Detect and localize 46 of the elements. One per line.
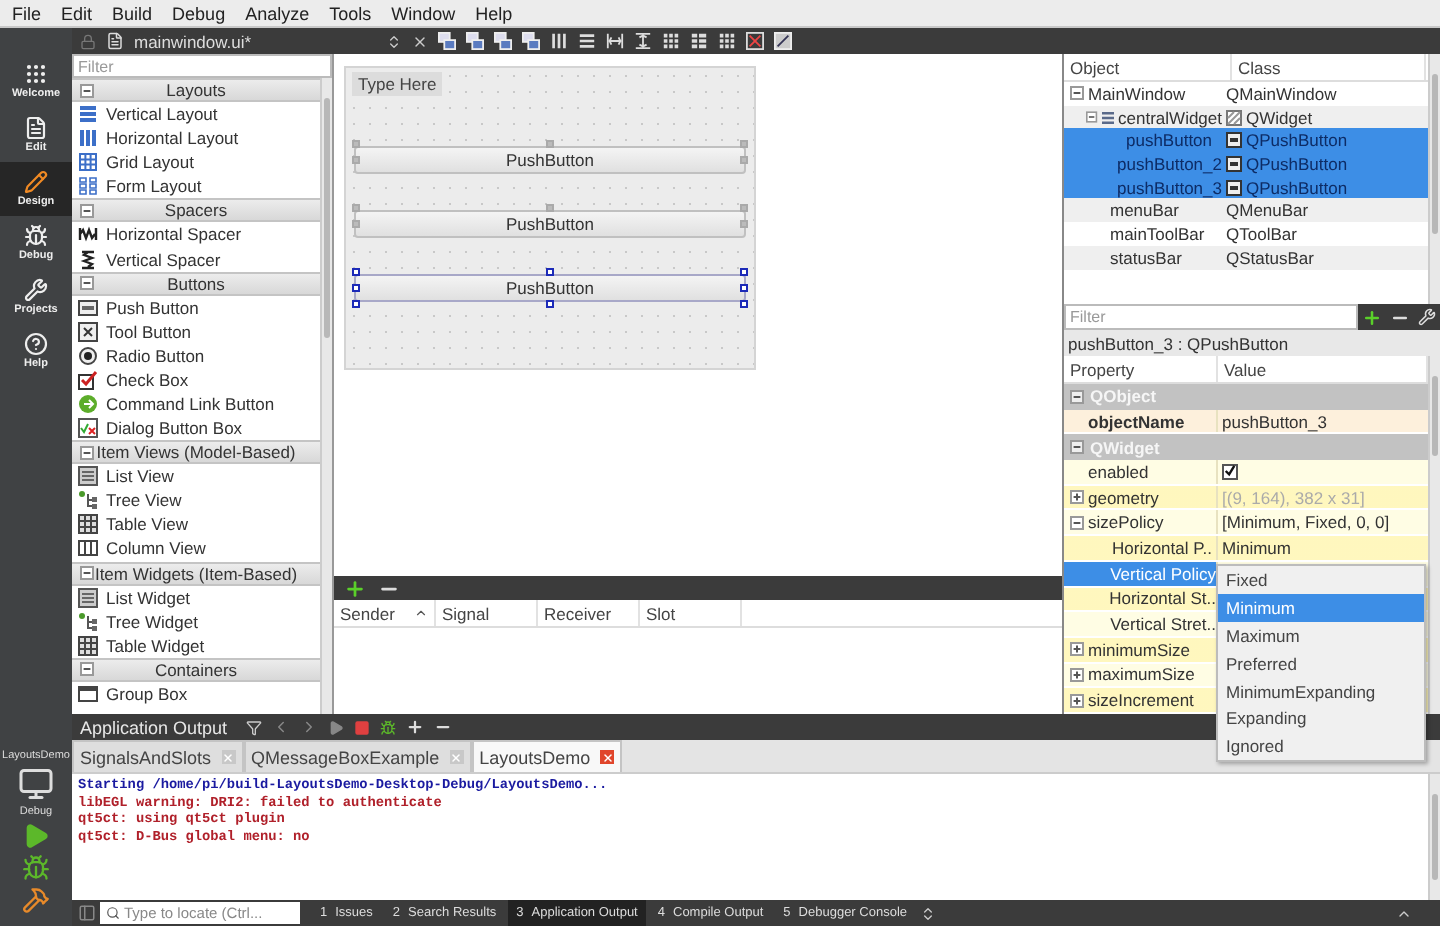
column-title: Receiver [544, 603, 612, 623]
property-name: sizePolicy [1088, 512, 1164, 533]
category-title: Spacers [164, 200, 228, 221]
tab-title: LayoutsDemo [479, 747, 591, 767]
object-title: pushButton_3 : QPushButton [1064, 330, 1440, 356]
column-title: Value [1224, 359, 1267, 379]
class-name: QStatusBar [1226, 247, 1314, 268]
property-name: geometry [1088, 487, 1159, 508]
object-name: menuBar [1110, 200, 1179, 221]
category-title: Containers [154, 659, 238, 680]
column-title: Object [1070, 57, 1120, 77]
object-name: pushButton_2 [1117, 153, 1222, 174]
property-name: objectName [1088, 411, 1185, 432]
object-name: pushButton_3 [1117, 177, 1222, 198]
class-name: QMainWindow [1226, 83, 1337, 104]
property-name: Horizontal P.. [1112, 537, 1212, 558]
property-name: enabled [1088, 461, 1149, 482]
class-name: QMenuBar [1226, 200, 1309, 221]
column-title: Slot [646, 603, 676, 623]
category-title: Item Views (Model-Based) [96, 442, 296, 463]
class-name: QPushButton [1246, 153, 1348, 174]
output-title: Application Output [80, 717, 228, 737]
category-title: Item Widgets (Item-Based) [94, 563, 298, 583]
column-title: Class [1238, 57, 1281, 77]
property-name: Horizontal St.. [1109, 588, 1216, 609]
class-name: QPushButton [1246, 177, 1348, 198]
property-name: minimumSize [1088, 639, 1191, 660]
property-name: maximumSize [1088, 664, 1195, 685]
class-name: QPushButton [1246, 130, 1348, 151]
column-title: Signal [442, 603, 490, 623]
property-name: sizeIncrement [1088, 690, 1194, 711]
object-name: MainWindow [1088, 83, 1186, 104]
column-title: Property [1070, 359, 1135, 379]
column-title: Sender [340, 603, 395, 623]
object-name: mainToolBar [1110, 223, 1205, 244]
object-name: centralWidget [1118, 107, 1222, 128]
class-name: QToolBar [1226, 223, 1297, 244]
property-name: Vertical Stret.. [1110, 614, 1216, 635]
object-name: pushButton [1126, 130, 1213, 151]
property-name: Vertical Policy [1110, 563, 1216, 584]
tab-title: SignalsAndSlots [80, 747, 212, 767]
category-title: Layouts [166, 80, 226, 100]
class-name: QWidget [1246, 107, 1313, 128]
tab-title: QMessageBoxExample [251, 747, 440, 767]
category-title: Buttons [167, 273, 225, 294]
object-name: statusBar [1110, 247, 1182, 268]
